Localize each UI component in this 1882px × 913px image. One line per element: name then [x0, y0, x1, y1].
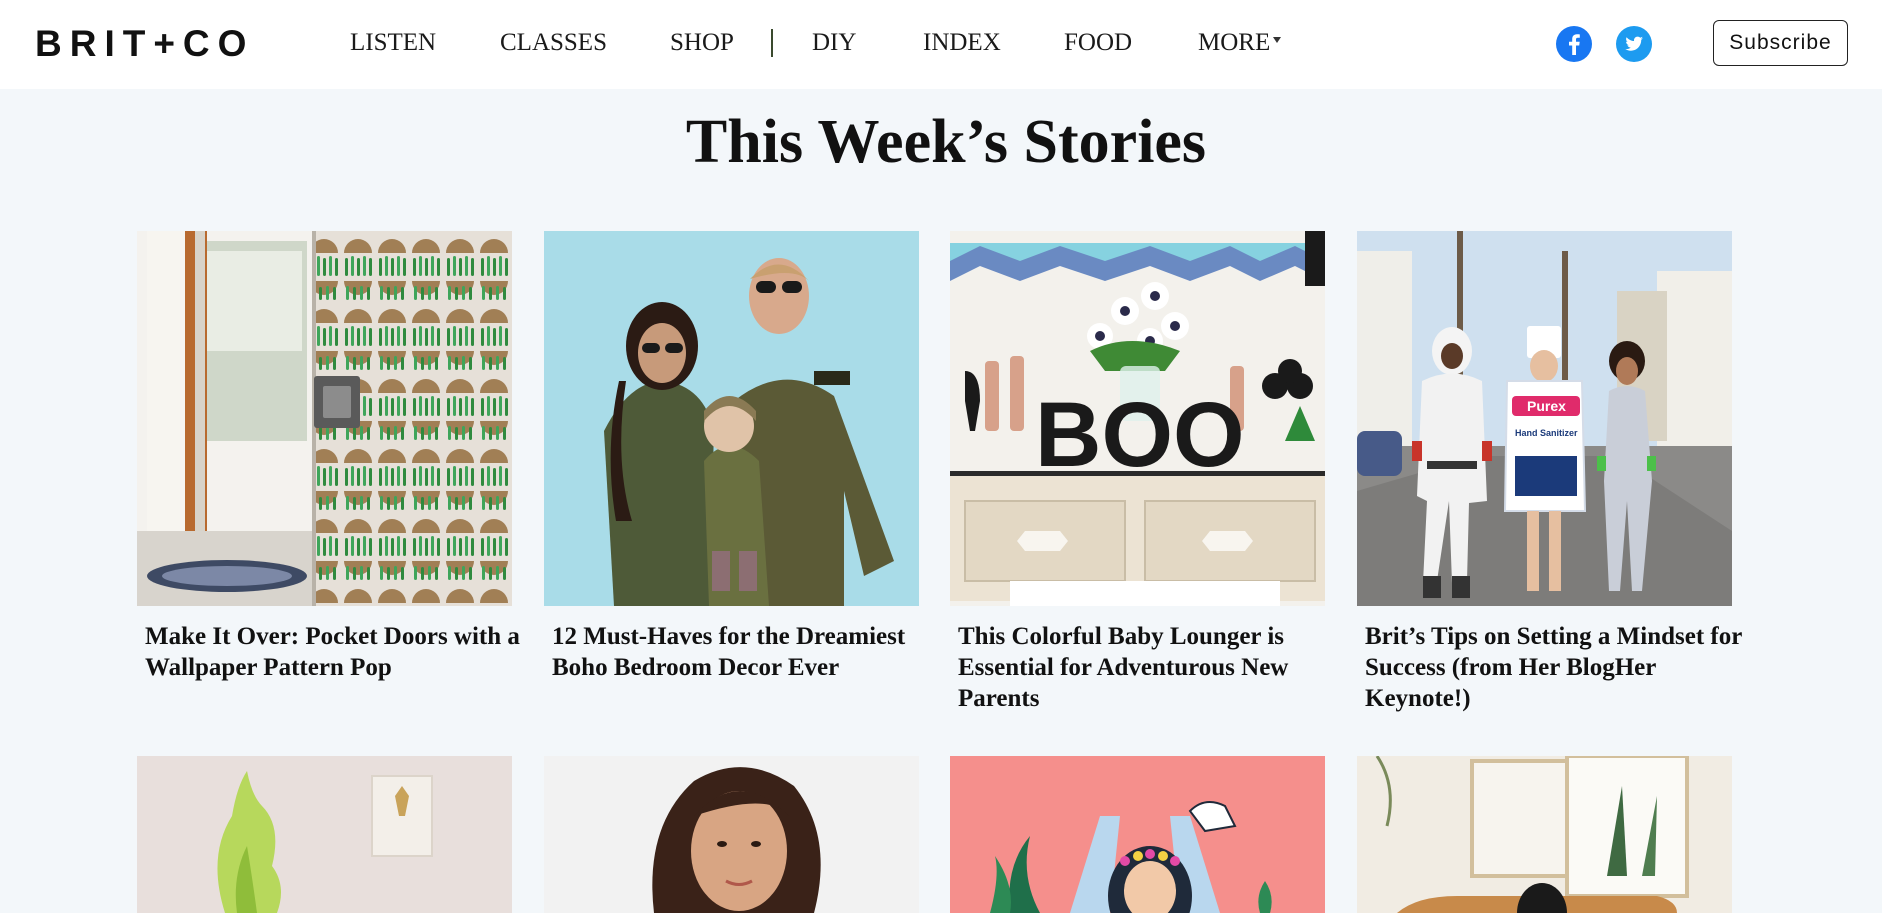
- story-card[interactable]: [1357, 756, 1732, 913]
- story-card[interactable]: [137, 756, 512, 913]
- story-image-living-room[interactable]: [1357, 756, 1732, 913]
- nav-item-listen[interactable]: LISTEN: [350, 27, 436, 59]
- story-image-brit-tips[interactable]: Purex Hand Sanitizer: [1357, 231, 1732, 606]
- story-card[interactable]: BOO This Colorful Baby Lounger is Essent…: [950, 231, 1325, 712]
- story-title[interactable]: Make It Over: Pocket Doors with a Wallpa…: [145, 621, 525, 683]
- story-image-pocket-doors[interactable]: [137, 231, 512, 606]
- story-card[interactable]: Purex Hand Sanitizer Brit’s Tips on Sett…: [1357, 231, 1742, 712]
- sanitizer-label-text: Hand Sanitizer: [1515, 428, 1578, 438]
- facebook-icon[interactable]: [1556, 26, 1592, 62]
- story-card[interactable]: 12 Must-Haves for the Dreamiest Boho Bed…: [544, 231, 919, 681]
- twitter-icon[interactable]: [1616, 26, 1652, 62]
- story-card[interactable]: [950, 756, 1325, 913]
- boo-sign: BOO: [1035, 384, 1245, 486]
- subscribe-button[interactable]: Subscribe: [1713, 20, 1848, 66]
- caret-down-icon[interactable]: [1273, 37, 1281, 43]
- story-title[interactable]: Brit’s Tips on Setting a Mindset for Suc…: [1365, 621, 1745, 714]
- nav-item-index[interactable]: INDEX: [923, 27, 1001, 59]
- story-image-boho-bedroom[interactable]: [544, 231, 919, 606]
- nav-item-diy[interactable]: DIY: [812, 27, 856, 59]
- story-image-illustration[interactable]: [950, 756, 1325, 913]
- nav-item-more[interactable]: MORE: [1198, 27, 1270, 59]
- site-header: BRIT+CO LISTEN CLASSES SHOP DIY INDEX FO…: [0, 0, 1882, 89]
- story-image-plant[interactable]: [137, 756, 512, 913]
- story-title[interactable]: 12 Must-Haves for the Dreamiest Boho Bed…: [552, 621, 932, 683]
- nav-item-food[interactable]: FOOD: [1064, 27, 1132, 59]
- section-title: This Week’s Stories: [685, 108, 1207, 176]
- story-image-portrait[interactable]: [544, 756, 919, 913]
- site-logo[interactable]: BRIT+CO: [35, 22, 254, 66]
- story-card[interactable]: [544, 756, 919, 913]
- story-title[interactable]: This Colorful Baby Lounger is Essential …: [958, 621, 1338, 714]
- nav-item-shop[interactable]: SHOP: [670, 27, 734, 59]
- nav-divider: [771, 29, 773, 57]
- story-card[interactable]: Make It Over: Pocket Doors with a Wallpa…: [137, 231, 520, 681]
- sanitizer-brand-text: Purex: [1527, 398, 1566, 414]
- story-image-baby-lounger[interactable]: BOO: [950, 231, 1325, 606]
- nav-item-classes[interactable]: CLASSES: [500, 27, 607, 59]
